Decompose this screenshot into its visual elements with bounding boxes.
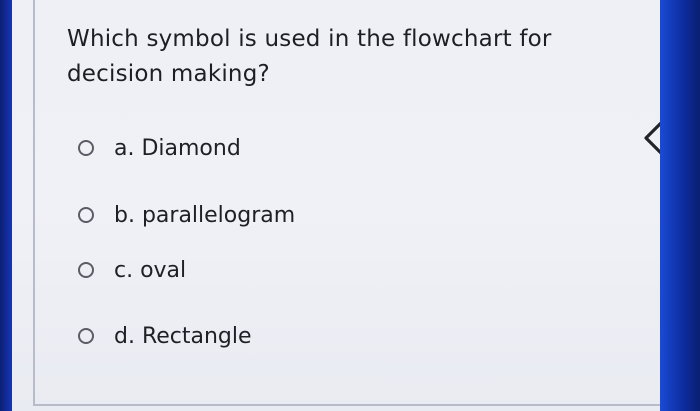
radio-unchecked-icon[interactable]	[78, 328, 94, 344]
option-a-label: a. Diamond	[114, 135, 241, 161]
question-line-1: Which symbol is used in the flowchart fo…	[67, 26, 552, 52]
device-frame-right	[660, 0, 700, 411]
option-b-label: b. parallelogram	[114, 202, 296, 228]
device-frame-left	[0, 0, 12, 411]
question-line-2: decision making?	[67, 61, 270, 87]
question-text: Which symbol is used in the flowchart fo…	[67, 22, 627, 92]
quiz-screen: Which symbol is used in the flowchart fo…	[12, 0, 669, 411]
option-a[interactable]: a. Diamond	[78, 133, 241, 163]
radio-unchecked-icon[interactable]	[78, 207, 94, 223]
radio-unchecked-icon[interactable]	[78, 262, 94, 278]
option-c[interactable]: c. oval	[78, 255, 186, 285]
option-c-label: c. oval	[114, 257, 187, 283]
option-b[interactable]: b. parallelogram	[78, 200, 295, 230]
option-d[interactable]: d. Rectangle	[78, 321, 252, 351]
radio-unchecked-icon[interactable]	[78, 140, 94, 156]
option-d-label: d. Rectangle	[114, 323, 252, 349]
